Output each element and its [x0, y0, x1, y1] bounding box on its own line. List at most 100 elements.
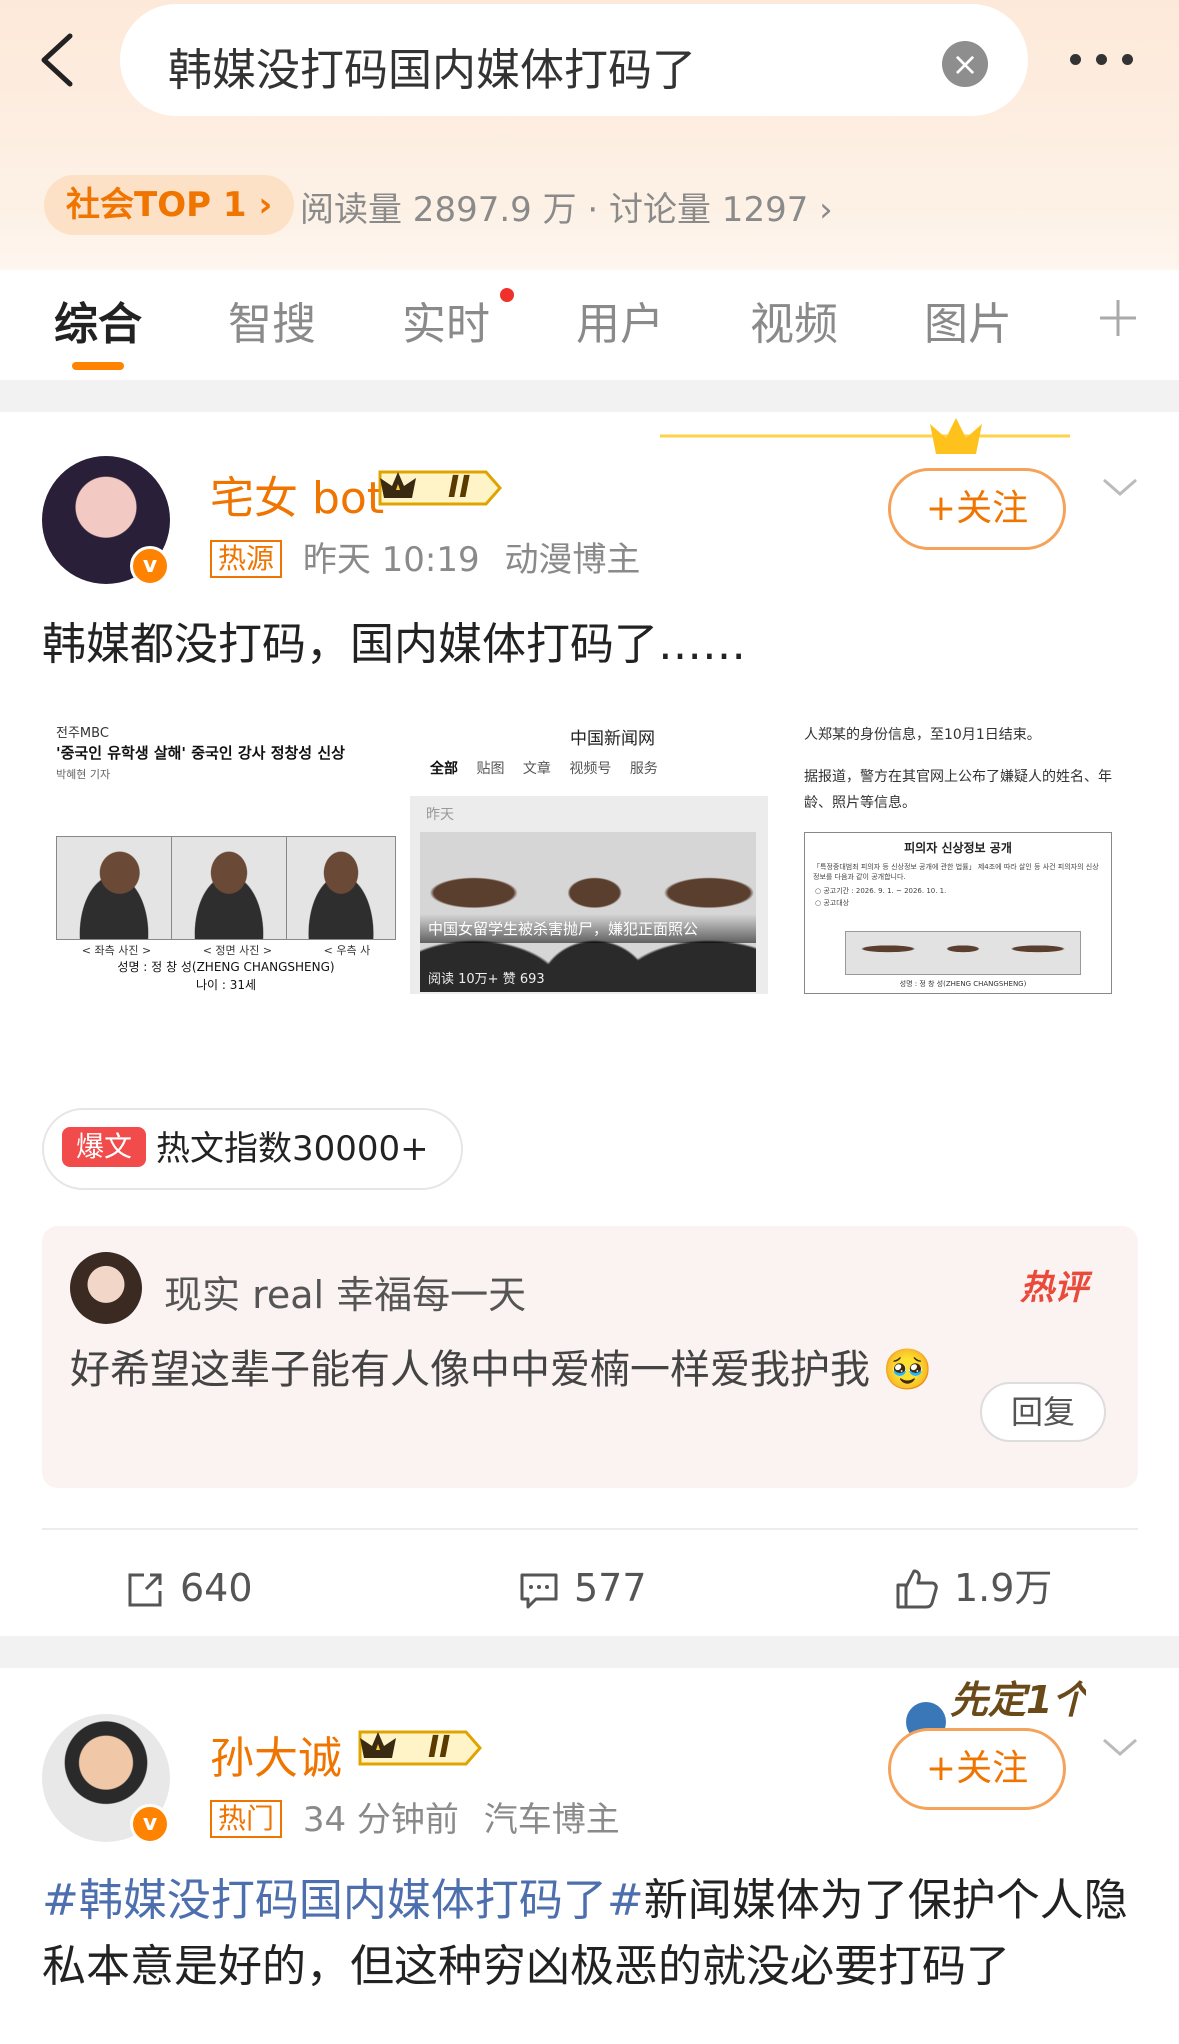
like-count: 1.9万: [954, 1566, 1053, 1610]
username[interactable]: 宅女 bot: [210, 462, 384, 526]
topic-stats[interactable]: 阅读量 2897.9 万 · 讨论量 1297 ›: [300, 182, 833, 231]
avatar[interactable]: [70, 1252, 142, 1324]
chevron-down-icon[interactable]: [1100, 472, 1140, 502]
nav-item: 文章: [522, 761, 551, 777]
plus-icon[interactable]: [1096, 296, 1140, 340]
tab-smart-search[interactable]: 智搜: [228, 288, 316, 352]
post-image-2[interactable]: 中国新闻网 全部 贴图 文章 视频号 服务 昨天 中国女留学生被杀害抛尸，嫌犯正…: [410, 714, 768, 994]
follow-button[interactable]: +关注: [888, 1728, 1066, 1810]
hot-comment[interactable]: 现实 real 幸福每一天 热评 好希望这辈子能有人像中中爱楠一样爱我护我 🥹 …: [42, 1226, 1138, 1488]
repost-button[interactable]: 640: [124, 1548, 253, 1628]
post-time: 昨天 10:19: [302, 540, 480, 580]
nav-item: 服务: [629, 761, 658, 777]
tab-comprehensive[interactable]: 综合: [54, 288, 142, 352]
verified-icon: v: [130, 1804, 170, 1844]
back-arrow-icon[interactable]: [30, 30, 90, 90]
verified-icon: v: [130, 546, 170, 586]
caption-left: < 좌측 사진 >: [81, 944, 152, 957]
post-time: 34 分钟前: [302, 1800, 459, 1840]
image-nav: 全部 贴图 文章 视频号 服务: [430, 758, 658, 778]
tab-bar: 综合 智搜 实时 用户 视频 图片: [0, 270, 1179, 380]
comment-author[interactable]: 现实 real 幸福每一天: [164, 1264, 526, 1319]
comment-text: 好希望这辈子能有人像中中爱楠一样爱我护我 🥹: [70, 1338, 950, 1402]
hot-comment-label: 热评: [1020, 1268, 1088, 1308]
nav-item: 贴图: [476, 761, 505, 777]
rank-badge-icon: [358, 1730, 482, 1766]
notice-document: 피의자 신상정보 공개 「특정중대범죄 피의자 등 신상정보 공개에 관한 법률…: [804, 832, 1112, 994]
emoji-icon: 🥹: [882, 1347, 933, 1393]
comment-icon: [520, 1573, 558, 1609]
post-meta: 热源 昨天 10:19 动漫博主: [210, 532, 640, 581]
search-input[interactable]: 韩媒没打码国内媒体打码了 ×: [120, 4, 1028, 116]
rank-level: II: [428, 1730, 451, 1765]
comment-button[interactable]: 577: [518, 1548, 647, 1628]
clear-icon[interactable]: ×: [942, 41, 988, 87]
post-tag: 热门: [210, 1800, 283, 1838]
post-image-1[interactable]: 전주MBC '중국인 유학생 살해' 중국인 강사 정창성 신상 박혜현 기자 …: [42, 714, 400, 994]
tab-realtime[interactable]: 实时: [402, 288, 490, 352]
chevron-right-icon: ›: [246, 185, 273, 225]
doc-title: 피의자 신상정보 공개: [904, 841, 1012, 855]
image-headline: '중국인 유학생 살해' 중국인 강사 정창성 신상: [56, 744, 345, 762]
divider: [42, 1528, 1138, 1530]
suspect-age: 나이 : 31세: [195, 978, 257, 992]
post-card[interactable]: v 宅女 bot II 热源 昨天 10:19 动漫博主 +关注 韩媒都没打码，…: [0, 412, 1179, 1636]
image-date: 昨天: [426, 807, 454, 823]
post-image-3[interactable]: 人郑某的身份信息，至10月1日结束。 据报道，警方在其官网上公布了嫌疑人的姓名、…: [778, 714, 1136, 994]
caption-mid: < 정면 사진 >: [202, 944, 273, 957]
nav-item: 全部: [430, 761, 458, 777]
reply-button[interactable]: 回复: [980, 1382, 1106, 1442]
doc-line: 「특정중대범죄 피의자 등 신상정보 공개에 관한 법률」 제4조에 따라 살인…: [813, 863, 1099, 881]
post-category: 动漫博主: [504, 540, 641, 580]
suspect-name: 성명 : 정 창 성(ZHENG CHANGSHENG): [117, 960, 335, 974]
post-tag: 热源: [210, 540, 283, 578]
doc-target: ○ 공고대상: [815, 899, 850, 907]
image-site: 中国新闻网: [570, 729, 655, 749]
comment-count: 577: [574, 1566, 647, 1610]
username[interactable]: 孙大诚: [210, 1722, 342, 1786]
search-query: 韩媒没打码国内媒体打码了: [168, 45, 696, 96]
image-overlay-stats: 阅读 10万+ 赞 693: [428, 972, 545, 987]
sticker-text: 先定1个小目标: [950, 1678, 1086, 1722]
follow-button[interactable]: +关注: [888, 468, 1066, 550]
tab-images[interactable]: 图片: [924, 288, 1012, 352]
nav-item: 视频号: [569, 761, 612, 777]
post-text: 韩媒都没打码，国内媒体打码了……: [42, 619, 746, 670]
topic-rank-label: 社会TOP 1: [66, 185, 247, 225]
image-panel: 昨天 中国女留学生被杀害抛尸，嫌犯正面照公 阅读 10万+ 赞 693: [410, 796, 768, 994]
post-category: 汽车博主: [483, 1800, 620, 1840]
tab-users[interactable]: 用户: [576, 288, 664, 352]
doc-name: 성명 : 정 창 성(ZHENG CHANGSHENG): [899, 980, 1027, 988]
hot-index-text: 热文指数30000+: [156, 1129, 429, 1169]
post-card[interactable]: v 孙大诚 II 热门 34 分钟前 汽车博主 先定1个小目标 +关注 #韩媒没…: [0, 1668, 1179, 2044]
hashtag-link[interactable]: #韩媒没打码国内媒体打码了#: [42, 1875, 644, 1926]
hot-badge: 爆文: [62, 1127, 147, 1167]
doc-photos: [845, 931, 1081, 975]
comment-body: 好希望这辈子能有人像中中爱楠一样爱我护我: [70, 1347, 870, 1393]
chevron-right-icon: ›: [808, 190, 833, 230]
active-tab-indicator: [72, 362, 124, 370]
image-reporter: 박혜현 기자: [56, 768, 111, 781]
image-text-line1: 人郑某的身份信息，至10月1日结束。: [804, 727, 1041, 743]
chevron-down-icon[interactable]: [1100, 1732, 1140, 1762]
rank-level: II: [448, 470, 471, 505]
more-icon[interactable]: [1068, 36, 1138, 80]
post-text: #韩媒没打码国内媒体打码了#新闻媒体为了保护个人隐私本意是好的，但这种穷凶极恶的…: [42, 1868, 1142, 2000]
image-overlay-title: 中国女留学生被杀害抛尸，嫌犯正面照公: [420, 914, 756, 943]
like-button[interactable]: 1.9万: [894, 1548, 1052, 1628]
repost-count: 640: [180, 1566, 253, 1610]
hot-index-badge[interactable]: 爆文 热文指数30000+: [42, 1108, 463, 1190]
doc-period: ○ 공고기간 : 2026. 9. 1. ~ 2026. 10. 1.: [815, 887, 947, 895]
topic-rank-badge[interactable]: 社会TOP 1 ›: [44, 175, 295, 235]
like-icon: [896, 1569, 938, 1609]
repost-icon: [128, 1573, 162, 1607]
header: 韩媒没打码国内媒体打码了 × 社会TOP 1 › 阅读量 2897.9 万 · …: [0, 0, 1179, 380]
image-source: 전주MBC: [56, 726, 109, 741]
rank-badge-icon: [378, 470, 502, 506]
crown-decoration: [660, 418, 1070, 454]
suspect-photos: [56, 836, 396, 940]
tab-video[interactable]: 视频: [750, 288, 838, 352]
post-meta: 热门 34 分钟前 汽车博主: [210, 1792, 620, 1841]
image-text-line2: 据报道，警方在其官网上公布了嫌疑人的姓名、年龄、照片等信息。: [804, 769, 1112, 811]
new-dot: [500, 288, 514, 302]
